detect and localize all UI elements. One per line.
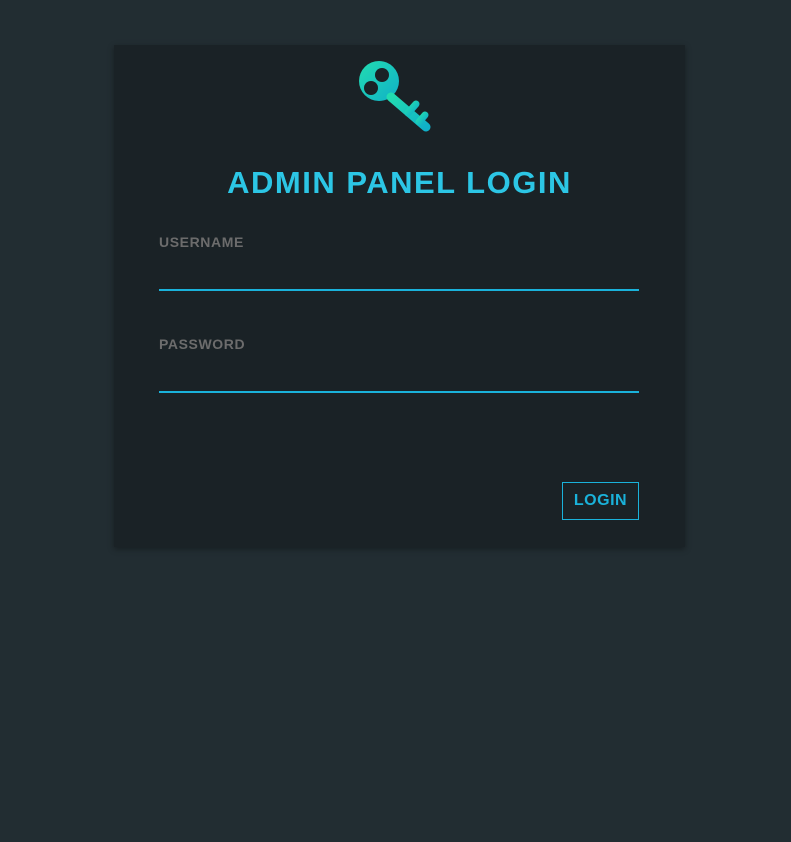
key-icon xyxy=(359,61,431,132)
username-input[interactable] xyxy=(159,261,639,291)
login-card: ADMIN PANEL LOGIN USERNAME PASSWORD LOGI… xyxy=(114,45,685,547)
page-title: ADMIN PANEL LOGIN xyxy=(227,165,572,200)
username-field-group: USERNAME xyxy=(159,234,639,291)
login-button[interactable]: LOGIN xyxy=(562,482,639,520)
password-field-group: PASSWORD xyxy=(159,336,639,393)
password-input[interactable] xyxy=(159,363,639,393)
password-label: PASSWORD xyxy=(159,336,246,352)
username-label: USERNAME xyxy=(159,234,244,250)
